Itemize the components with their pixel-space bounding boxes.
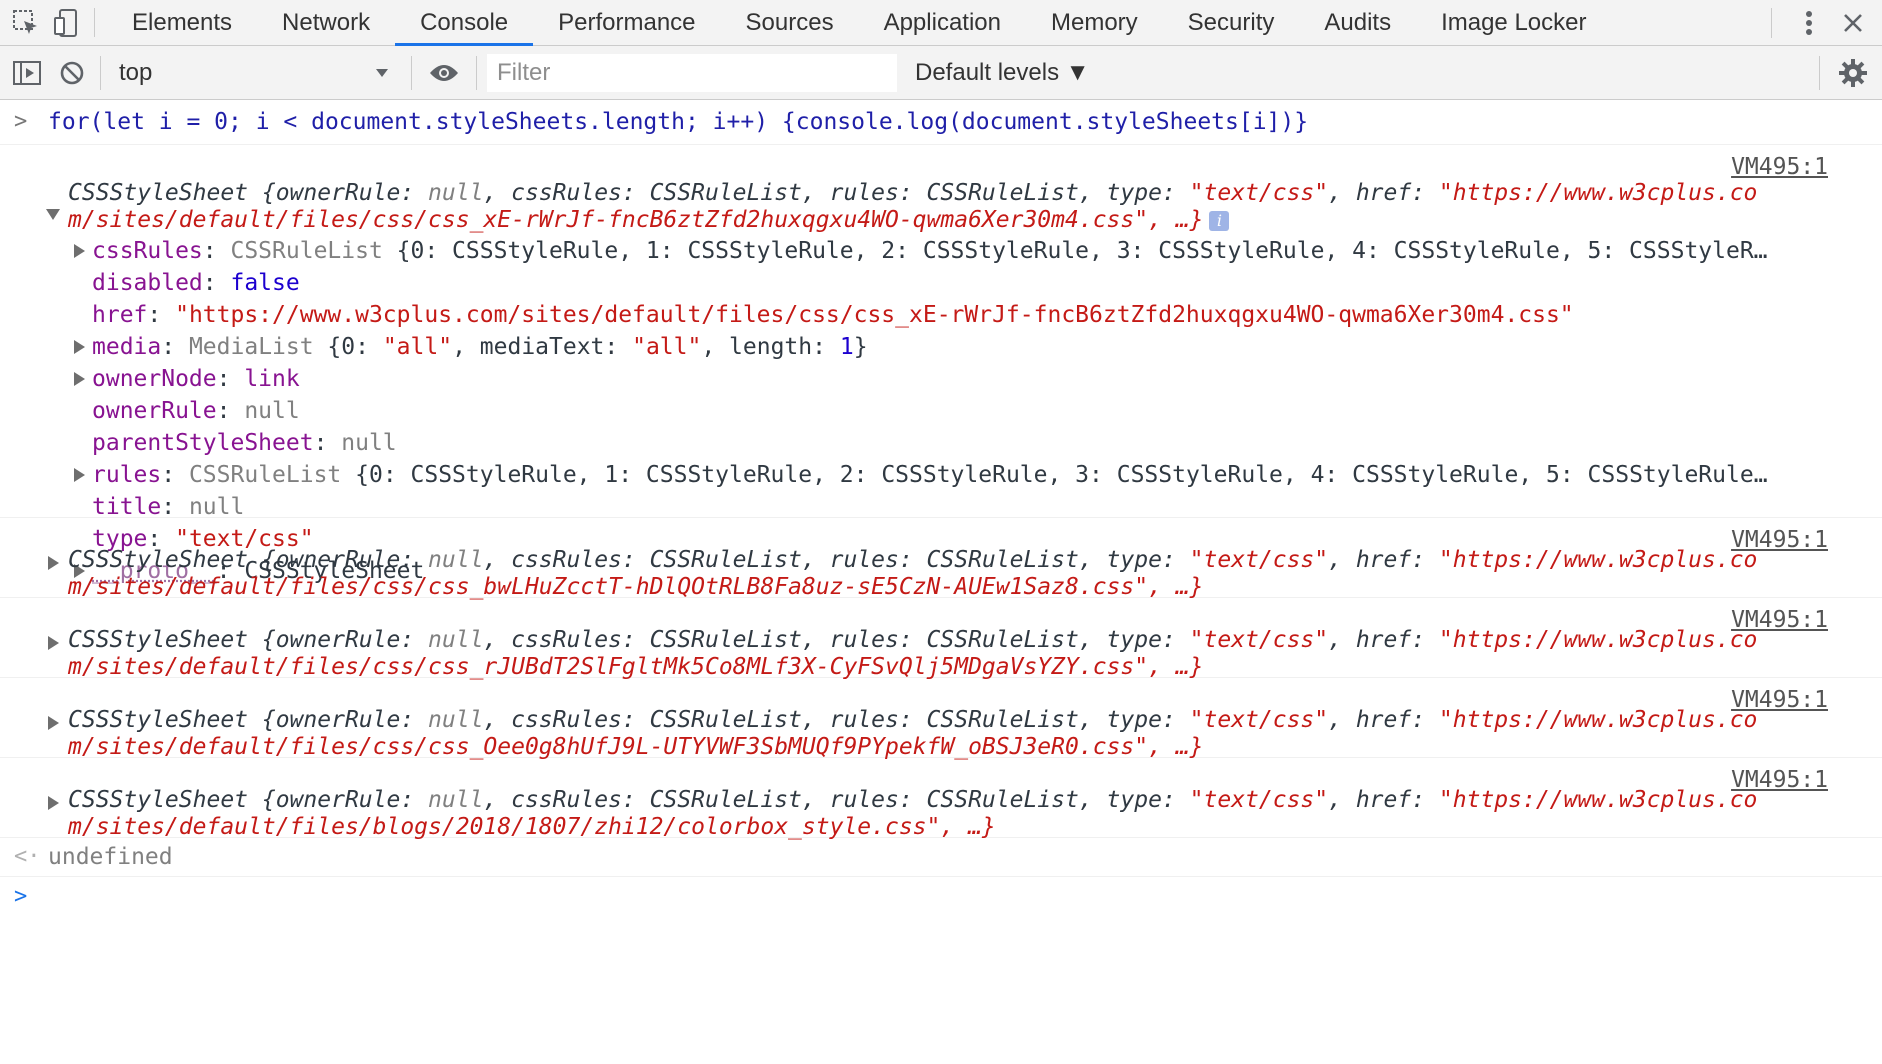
tab-memory[interactable]: Memory <box>1026 0 1163 45</box>
info-icon: i <box>1209 210 1230 231</box>
console-input-echo: > for(let i = 0; i < document.styleSheet… <box>0 100 1882 145</box>
object-summary-href: m/sites/default/files/css/css_xE-rWrJf-f… <box>68 207 1204 233</box>
collapse-triangle-icon[interactable] <box>46 209 60 220</box>
show-sidebar-icon[interactable] <box>0 46 54 100</box>
prop-media[interactable]: media: MediaList {0: "all", mediaText: "… <box>0 331 1882 363</box>
result-arrow-icon: <· <box>14 844 41 869</box>
prop-ownerRule: ownerRule: null <box>0 395 1882 427</box>
prop-href: href: "https://www.w3cplus.com/sites/def… <box>0 299 1882 331</box>
tab-image-locker[interactable]: Image Locker <box>1416 0 1611 45</box>
device-toolbar-icon[interactable] <box>46 0 86 45</box>
object-summary-line-2[interactable]: m/sites/default/files/css/css_xE-rWrJf-f… <box>68 204 1230 236</box>
log-message-collapsed: VM495:1 CSSStyleSheet {ownerRule: null, c… <box>0 518 1882 600</box>
tab-sources[interactable]: Sources <box>721 0 859 45</box>
result-value: undefined <box>48 844 173 870</box>
tab-audits[interactable]: Audits <box>1299 0 1416 45</box>
tabbar-right-tools <box>1771 0 1882 46</box>
toolbar-separator <box>476 55 477 90</box>
tabbar-separator <box>94 8 95 37</box>
prop-disabled-text: disabled: false <box>92 270 300 296</box>
prop-media-text: media: MediaList {0: "all", mediaText: "… <box>92 334 868 360</box>
close-icon[interactable] <box>1824 12 1882 34</box>
prompt-caret-icon[interactable]: > <box>14 881 48 913</box>
log-levels-dropdown[interactable]: Default levels ▼ <box>915 59 1090 87</box>
console-messages: > for(let i = 0; i < document.styleSheet… <box>0 100 1882 917</box>
tab-performance[interactable]: Performance <box>533 0 720 45</box>
expand-triangle-icon[interactable] <box>74 468 85 482</box>
prop-ownerNode-text: ownerNode: link <box>92 366 300 392</box>
log-message-collapsed: VM495:1 CSSStyleSheet {ownerRule: null, c… <box>0 678 1882 760</box>
prop-title-text: title: null <box>92 494 245 520</box>
prop-cssRules[interactable]: cssRules: CSSRuleList {0: CSSStyleRule, … <box>0 235 1882 267</box>
context-value: top <box>119 58 153 86</box>
prop-cssRules-text: cssRules: CSSRuleList {0: CSSStyleRule, … <box>92 238 1768 264</box>
collapsed-messages: VM495:1 CSSStyleSheet {ownerRule: null, c… <box>0 518 1882 840</box>
tab-application[interactable]: Application <box>859 0 1026 45</box>
command-text: for(let i = 0; i < document.styleSheets.… <box>48 109 1309 135</box>
tab-list: Elements Network Console Performance Sources… <box>107 0 1611 46</box>
console-toolbar: top Default levels ▼ <box>0 46 1882 100</box>
expand-triangle-icon[interactable] <box>48 796 59 810</box>
tab-network[interactable]: Network <box>257 0 395 45</box>
log-message-collapsed: VM495:1 CSSStyleSheet {ownerRule: null, c… <box>0 598 1882 680</box>
expand-triangle-icon[interactable] <box>48 716 59 730</box>
toolbar-separator <box>1819 56 1820 90</box>
tab-security[interactable]: Security <box>1163 0 1300 45</box>
prop-rules-text: rules: CSSRuleList {0: CSSStyleRule, 1: … <box>92 462 1768 488</box>
expand-triangle-icon[interactable] <box>48 636 59 650</box>
console-result: <· undefined <box>0 838 1882 877</box>
tab-console[interactable]: Console <box>395 0 534 46</box>
prop-parentStyleSheet: parentStyleSheet: null <box>0 427 1882 459</box>
settings-gear-icon[interactable] <box>1838 46 1868 100</box>
prop-href-text: href: "https://www.w3cplus.com/sites/def… <box>92 302 1574 328</box>
inspect-element-icon[interactable] <box>6 0 46 45</box>
prop-ownerRule-text: ownerRule: null <box>92 398 300 424</box>
tab-elements[interactable]: Elements <box>107 0 257 45</box>
expand-triangle-icon[interactable] <box>74 372 85 386</box>
expand-triangle-icon[interactable] <box>74 340 85 354</box>
filter-input[interactable] <box>487 53 897 92</box>
devtools-tabbar: Elements Network Console Performance Sources… <box>0 0 1882 46</box>
toolbar-separator <box>411 55 412 90</box>
log-message-collapsed: VM495:1 CSSStyleSheet {ownerRule: null, c… <box>0 758 1882 840</box>
context-selector[interactable]: top <box>111 59 401 87</box>
log-levels-label: Default levels ▼ <box>915 58 1090 86</box>
expand-triangle-icon[interactable] <box>48 556 59 570</box>
prop-rules[interactable]: rules: CSSRuleList {0: CSSStyleRule, 1: … <box>0 459 1882 491</box>
expand-triangle-icon[interactable] <box>74 244 85 258</box>
input-prompt-icon: > <box>14 109 28 134</box>
more-options-icon[interactable] <box>1794 10 1824 36</box>
prop-ownerNode[interactable]: ownerNode: link <box>0 363 1882 395</box>
live-expression-eye-icon[interactable] <box>422 46 466 100</box>
prop-disabled: disabled: false <box>0 267 1882 299</box>
console-prompt[interactable]: > <box>0 877 1882 917</box>
clear-console-icon[interactable] <box>54 46 90 100</box>
log-message-expanded: VM495:1 CSSStyleSheet {ownerRule: null, … <box>0 145 1882 584</box>
toolbar-separator <box>100 55 101 90</box>
tabbar-right-separator <box>1771 8 1772 38</box>
prop-parentStyleSheet-text: parentStyleSheet: null <box>92 430 397 456</box>
dropdown-arrow-icon <box>376 68 388 77</box>
